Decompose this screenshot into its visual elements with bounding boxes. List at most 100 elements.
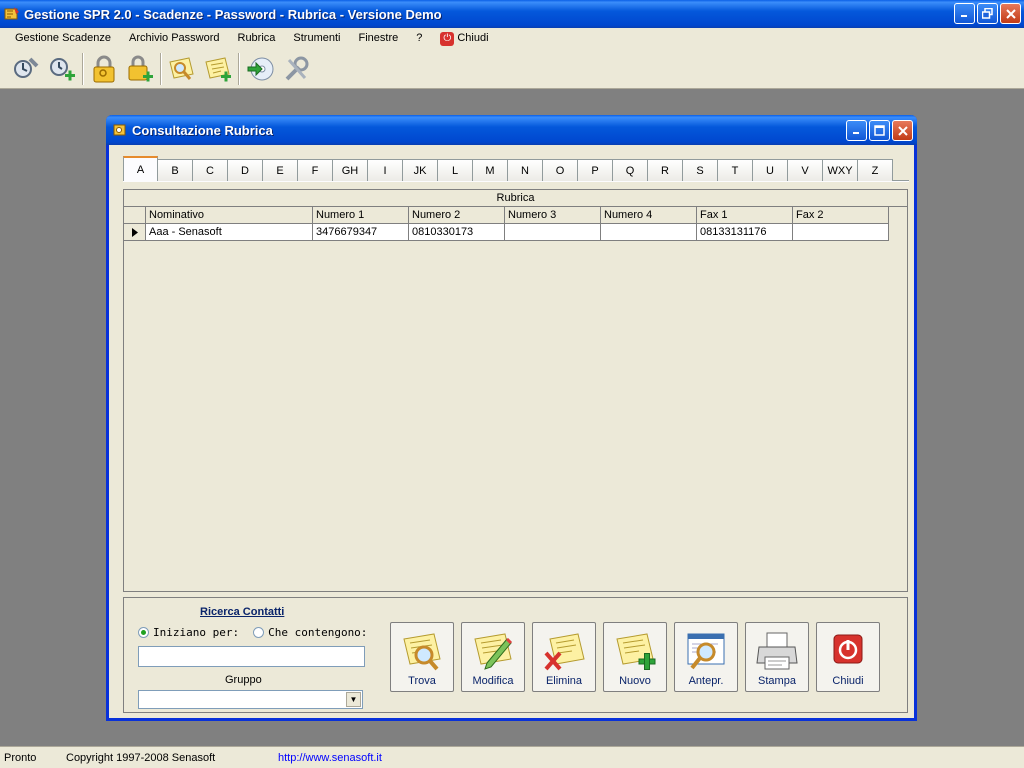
chiudi-label: Chiudi	[832, 675, 864, 687]
tab-i[interactable]: I	[368, 159, 403, 181]
toolbar-separator	[238, 52, 240, 85]
tab-v[interactable]: V	[788, 159, 823, 181]
current-row-arrow-icon	[131, 227, 138, 237]
minimize-icon	[853, 132, 859, 134]
cell-numero-1[interactable]: 3476679347	[313, 224, 409, 241]
tab-l[interactable]: L	[438, 159, 473, 181]
toolbar-separator	[82, 52, 84, 85]
restore-button[interactable]	[977, 3, 998, 24]
menu-rubrica[interactable]: Rubrica	[229, 29, 285, 48]
tab-n[interactable]: N	[508, 159, 543, 181]
column-header[interactable]: Numero 2	[409, 207, 505, 224]
rubrica-cerca-icon	[169, 56, 194, 80]
elimina-button[interactable]: Elimina	[532, 622, 596, 692]
close-icon	[1005, 8, 1016, 19]
gruppo-select[interactable]: ▼	[138, 690, 363, 709]
cell-fax-2[interactable]	[793, 224, 889, 241]
child-close-button[interactable]	[892, 120, 913, 141]
nuova-scadenza-icon	[50, 57, 75, 80]
tab-wxy[interactable]: WXY	[823, 159, 858, 181]
esporta-icon	[247, 57, 274, 80]
menu-bar: Gestione Scadenze Archivio Password Rubr…	[0, 28, 1024, 49]
toolbar-password-button[interactable]	[86, 52, 122, 86]
password-icon	[93, 55, 115, 82]
grid-header-row: Nominativo Numero 1 Numero 2 Numero 3 Nu…	[124, 207, 889, 224]
letter-tabs: A B C D E F GH I JK L M N O P Q R S T U …	[123, 154, 893, 181]
radio-starts-with-label[interactable]: Iniziano per:	[153, 626, 239, 639]
child-maximize-button[interactable]	[869, 120, 890, 141]
status-state: Pronto	[4, 751, 37, 764]
status-website-link[interactable]: http://www.senasoft.it	[274, 749, 386, 767]
stampa-button[interactable]: Stampa	[745, 622, 809, 692]
menu-archivio-password[interactable]: Archivio Password	[120, 29, 228, 48]
nuovo-button[interactable]: Nuovo	[603, 622, 667, 692]
rubrica-grid[interactable]: Rubrica Nominativo Numero 1 Numero 2 Num…	[123, 189, 908, 592]
tab-m[interactable]: M	[473, 159, 508, 181]
toolbar-scadenze-button[interactable]	[8, 52, 44, 86]
toolbar-rubrica-nuovo-button[interactable]	[200, 52, 236, 86]
search-input[interactable]	[138, 646, 365, 667]
chiudi-button[interactable]: Chiudi	[816, 622, 880, 692]
elimina-label: Elimina	[545, 675, 583, 687]
cell-numero-2[interactable]: 0810330173	[409, 224, 505, 241]
status-copyright: Copyright 1997-2008 Senasoft	[66, 751, 216, 764]
child-title-bar[interactable]: Consultazione Rubrica	[106, 115, 917, 145]
tab-d[interactable]: D	[228, 159, 263, 181]
radio-starts-with[interactable]	[138, 627, 149, 638]
tab-s[interactable]: S	[683, 159, 718, 181]
menu-help[interactable]: ?	[407, 29, 431, 48]
table-row[interactable]: Aaa - Senasoft 3476679347 0810330173 081…	[124, 224, 889, 241]
radio-contains[interactable]	[253, 627, 265, 638]
stampa-label: Stampa	[758, 675, 796, 687]
toolbar-rubrica-cerca-button[interactable]	[164, 52, 200, 86]
column-header[interactable]: Numero 4	[601, 207, 697, 224]
consultazione-rubrica-window: Consultazione Rubrica A B C D E F GH I J…	[106, 115, 917, 721]
power-icon: ⏻	[440, 31, 455, 46]
tab-b[interactable]: B	[158, 159, 193, 181]
cell-nominativo[interactable]: Aaa - Senasoft	[146, 224, 313, 241]
child-window-title: Consultazione Rubrica	[132, 122, 273, 138]
tab-z[interactable]: Z	[858, 159, 893, 181]
column-header[interactable]: Fax 1	[697, 207, 793, 224]
tab-q[interactable]: Q	[613, 159, 648, 181]
tab-t[interactable]: T	[718, 159, 753, 181]
tab-jk[interactable]: JK	[403, 159, 438, 181]
column-header[interactable]: Fax 2	[793, 207, 889, 224]
anteprima-button[interactable]: Antepr.	[674, 622, 738, 692]
menu-finestre[interactable]: Finestre	[349, 29, 407, 48]
column-header[interactable]: Numero 1	[313, 207, 409, 224]
menu-strumenti[interactable]: Strumenti	[284, 29, 349, 48]
cell-fax-1[interactable]: 08133131176	[697, 224, 793, 241]
radio-contains-label[interactable]: Che contengono:	[268, 626, 367, 639]
search-title: Ricerca Contatti	[200, 606, 285, 618]
tab-r[interactable]: R	[648, 159, 683, 181]
close-button[interactable]	[1000, 3, 1021, 24]
column-header[interactable]: Numero 3	[505, 207, 601, 224]
search-note-icon	[403, 633, 441, 671]
tab-o[interactable]: O	[543, 159, 578, 181]
minimize-button[interactable]	[954, 3, 975, 24]
tab-u[interactable]: U	[753, 159, 788, 181]
toolbar-strumenti-button[interactable]	[278, 52, 314, 86]
tab-f[interactable]: F	[298, 159, 333, 181]
modifica-button[interactable]: Modifica	[461, 622, 525, 692]
column-header[interactable]: Nominativo	[146, 207, 313, 224]
tab-p[interactable]: P	[578, 159, 613, 181]
tab-gh[interactable]: GH	[333, 159, 368, 181]
row-selector[interactable]	[124, 224, 146, 241]
main-title-bar[interactable]: Gestione SPR 2.0 - Scadenze - Password -…	[0, 0, 1024, 28]
cell-numero-3[interactable]	[505, 224, 601, 241]
tab-e[interactable]: E	[263, 159, 298, 181]
menu-chiudi[interactable]: ⏻ Chiudi	[431, 29, 497, 48]
toolbar-esporta-button[interactable]	[242, 52, 278, 86]
maximize-icon	[874, 125, 885, 136]
dropdown-arrow-icon[interactable]: ▼	[346, 692, 361, 707]
tab-a[interactable]: A	[123, 156, 158, 181]
toolbar-nuova-scadenza-button[interactable]	[44, 52, 80, 86]
menu-gestione-scadenze[interactable]: Gestione Scadenze	[6, 29, 120, 48]
toolbar-nuova-password-button[interactable]	[122, 52, 158, 86]
child-minimize-button[interactable]	[846, 120, 867, 141]
tab-c[interactable]: C	[193, 159, 228, 181]
cell-numero-4[interactable]	[601, 224, 697, 241]
trova-button[interactable]: Trova	[390, 622, 454, 692]
